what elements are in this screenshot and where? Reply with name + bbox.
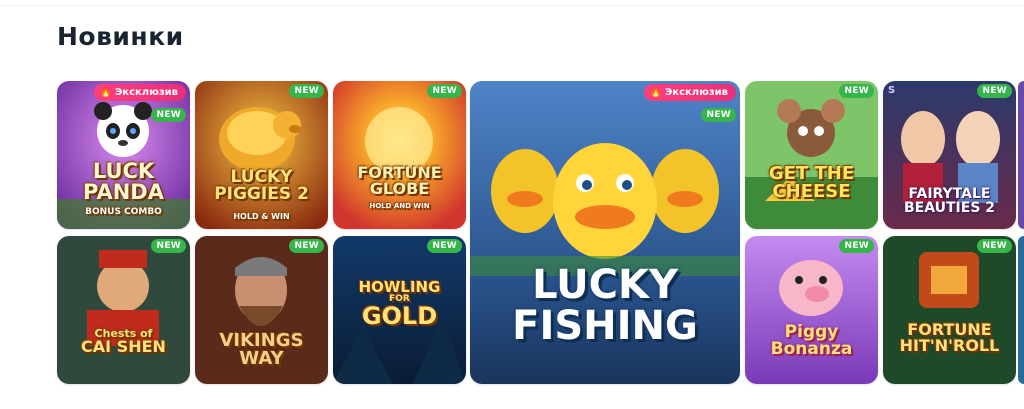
game-title-line: FISHING — [512, 302, 698, 349]
new-badge: NEW — [839, 84, 874, 98]
new-badge: NEW — [427, 239, 462, 253]
game-subtitle: HOLD AND WIN — [369, 202, 430, 210]
game-tile-fortune-hit-n-roll[interactable]: FORTUNE HIT'N'ROLL NEW — [883, 236, 1016, 384]
game-tile-lucky-fishing[interactable]: LUCKY FISHING 🔥 Эксклюзив NEW — [470, 81, 740, 384]
game-tile-howling-for-gold[interactable]: HOWLING FOR GOLD NEW — [333, 236, 466, 384]
game-title-line: GOLD — [361, 302, 438, 331]
game-art — [195, 81, 328, 229]
new-badge: NEW — [151, 239, 186, 253]
game-title-line: WAY — [239, 348, 284, 370]
game-art — [745, 236, 878, 384]
game-title-line: PIGGIES 2 — [214, 184, 309, 205]
new-badge: NEW — [977, 84, 1012, 98]
game-tile-piggy-bonanza[interactable]: Piggy Bonanza NEW — [745, 236, 878, 384]
new-badge: NEW — [701, 108, 736, 122]
fire-icon: 🔥 — [99, 87, 112, 98]
game-title-line: LUCKY — [532, 262, 678, 308]
game-tile-luck-of-panda[interactable]: LUCK PANDA BONUS COMBO 🔥 Эксклюзив NEW — [57, 81, 190, 229]
game-title-line: GLOBE — [369, 179, 430, 199]
new-badge: NEW — [289, 84, 324, 98]
game-tile-fairytale-beauties-2[interactable]: S FAIRYTALE BEAUTIES 2 NEW — [883, 81, 1016, 229]
game-title-line: PANDA — [83, 180, 164, 205]
game-tile-lucky-piggies-2[interactable]: LUCKY PIGGIES 2 HOLD & WIN NEW — [195, 81, 328, 229]
new-badge: NEW — [289, 239, 324, 253]
game-art — [57, 236, 190, 384]
game-art — [883, 236, 1016, 384]
exclusive-badge-label: Эксклюзив — [114, 87, 178, 98]
game-tile-fortune-globe[interactable]: FORTUNE GLOBE HOLD AND WIN NEW — [333, 81, 466, 229]
game-title-line: BEAUTIES 2 — [903, 200, 996, 217]
game-title-line: CAI SHEN — [81, 337, 166, 357]
new-badge: NEW — [427, 84, 462, 98]
game-title-line: Bonanza — [770, 339, 853, 360]
game-title-line: HOWLING — [358, 278, 441, 296]
game-title-line: CHEESE — [772, 181, 851, 203]
game-tile-get-the-cheese[interactable]: GET THE CHEESE NEW — [745, 81, 878, 229]
games-grid: LUCK PANDA BONUS COMBO 🔥 Эксклюзив NEW L… — [0, 0, 1024, 409]
game-tile-vikings-way[interactable]: VIKINGS WAY NEW — [195, 236, 328, 384]
new-badge: NEW — [839, 239, 874, 253]
game-subtitle: BONUS COMBO — [85, 207, 162, 217]
new-badge: NEW — [151, 108, 186, 122]
new-badge: NEW — [977, 239, 1012, 253]
exclusive-badge-label: Эксклюзив — [664, 87, 728, 98]
game-title-line: HIT'N'ROLL — [899, 336, 1000, 356]
next-tile-peek[interactable] — [1018, 236, 1024, 384]
game-subtitle: HOLD & WIN — [233, 212, 290, 221]
fire-icon: 🔥 — [649, 87, 662, 98]
game-tile-chests-of-cai-shen[interactable]: Chests of CAI SHEN NEW — [57, 236, 190, 384]
exclusive-badge: 🔥 Эксклюзив — [93, 84, 186, 101]
provider-mark: S — [888, 85, 896, 96]
game-art — [745, 81, 878, 229]
exclusive-badge: 🔥 Эксклюзив — [643, 84, 736, 101]
next-tile-peek[interactable] — [1018, 81, 1024, 229]
